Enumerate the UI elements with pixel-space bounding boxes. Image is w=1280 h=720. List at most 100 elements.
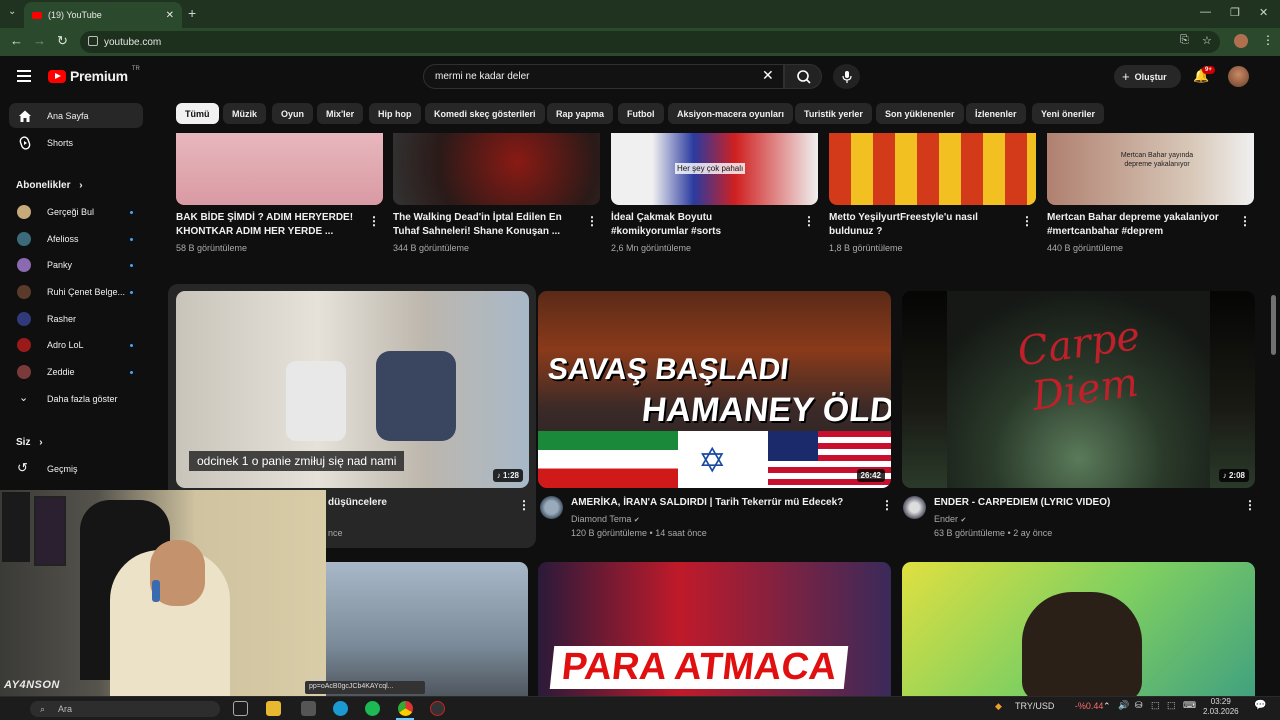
keyboard-icon[interactable]: ⌨ <box>1183 700 1196 711</box>
browser-tab[interactable]: (19) YouTube ✕ <box>24 2 182 28</box>
speaker-icon[interactable]: 🔊 <box>1118 700 1129 711</box>
thumbnail-overlay-text: Her şey çok pahalı <box>675 163 746 174</box>
currency-widget[interactable]: ◆ TRY/USD -%0.44 <box>995 701 1103 711</box>
sidebar-item-subscription[interactable]: Zeddie <box>17 364 137 380</box>
edge-icon[interactable] <box>333 701 348 716</box>
video-title[interactable]: The Walking Dead'in İptal Edilen En Tuha… <box>393 211 573 239</box>
forward-icon[interactable]: → <box>33 33 46 48</box>
chip[interactable]: Yeni öneriler <box>1032 103 1105 124</box>
chip[interactable]: Futbol <box>618 103 664 124</box>
sidebar-item-subscription[interactable]: Panky <box>17 257 137 273</box>
chip[interactable]: Hip hop <box>369 103 421 124</box>
network-icon[interactable]: ⛁ <box>1135 700 1143 711</box>
sidebar-item-home[interactable]: Ana Sayfa <box>9 103 143 128</box>
more-actions-icon[interactable]: ⋮ <box>586 214 598 228</box>
video-thumbnail[interactable] <box>393 133 600 205</box>
sidebar-item-history[interactable]: ↺ Geçmiş <box>17 460 137 477</box>
video-title[interactable]: Metto YeşilyurtFreestyle'u nasıl buldunu… <box>829 211 1009 239</box>
tray-icon[interactable]: ⬚ <box>1167 700 1176 711</box>
more-actions-icon[interactable]: ⋮ <box>1244 498 1256 512</box>
chip[interactable]: Rap yapma <box>547 103 614 124</box>
spotify-icon[interactable] <box>365 701 380 716</box>
notification-center-icon[interactable]: 💬 <box>1254 700 1266 711</box>
video-thumbnail[interactable] <box>902 562 1255 702</box>
search-input[interactable]: mermi ne kadar deler <box>423 64 784 89</box>
chip[interactable]: Aksiyon-macera oyunları <box>668 103 794 124</box>
chrome-icon[interactable] <box>398 701 413 716</box>
more-actions-icon[interactable]: ⋮ <box>1239 214 1251 228</box>
video-title[interactable]: ENDER - CARPEDIEM (LYRIC VIDEO) <box>934 497 1110 508</box>
video-thumbnail[interactable]: Her şey çok pahalı <box>611 133 818 205</box>
system-clock[interactable]: 03:29 2.03.2026 <box>1203 697 1239 717</box>
create-button[interactable]: + Oluştur <box>1114 65 1181 88</box>
you-heading[interactable]: Siz › <box>16 437 43 448</box>
channel-avatar[interactable] <box>903 496 926 519</box>
tray-icon[interactable]: ⬚ <box>1151 700 1160 711</box>
channel-avatar[interactable] <box>540 496 563 519</box>
sidebar-item-subscription[interactable]: Gerçeği Bul <box>17 204 137 220</box>
more-actions-icon[interactable]: ⋮ <box>368 214 380 228</box>
sidebar-show-more[interactable]: ⌄ Daha fazla göster <box>17 391 137 407</box>
restore-icon[interactable]: ❐ <box>1230 6 1240 19</box>
voice-search-button[interactable] <box>833 64 860 89</box>
chip-all[interactable]: Tümü <box>176 103 219 124</box>
page-scrollbar[interactable] <box>1271 295 1276 355</box>
video-thumbnail[interactable]: Mertcan Bahar yayında depreme yakalanıyo… <box>1047 133 1254 205</box>
close-tab-icon[interactable]: ✕ <box>166 10 174 21</box>
taskbar-search-input[interactable]: ⌕ Ara <box>30 701 220 717</box>
video-views: 344 B görüntüleme <box>393 243 470 253</box>
video-thumbnail[interactable] <box>176 133 383 205</box>
minimize-icon[interactable]: — <box>1200 6 1211 18</box>
app-icon[interactable] <box>430 701 445 716</box>
new-tab-icon[interactable]: + <box>188 5 196 21</box>
chip[interactable]: Son yüklenenler <box>876 103 964 124</box>
profile-avatar-browser[interactable] <box>1234 34 1248 48</box>
more-actions-icon[interactable]: ⋮ <box>1021 214 1033 228</box>
channel-name[interactable]: Ender ✔ <box>934 514 966 524</box>
chip[interactable]: Turistik yerler <box>795 103 872 124</box>
app-icon[interactable] <box>301 701 316 716</box>
channel-name[interactable]: Diamond Tema ✔ <box>571 514 640 524</box>
chip[interactable]: Mix'ler <box>317 103 364 124</box>
sidebar-item-subscription[interactable]: Rasher <box>17 311 137 327</box>
video-title[interactable]: AMERİKA, İRAN'A SALDIRDI | Tarih Tekerrü… <box>571 497 843 508</box>
video-thumbnail[interactable]: odcinek 1 o panie zmiłuj się nad nami ♪ … <box>176 291 529 488</box>
subscriptions-heading[interactable]: Abonelikler › <box>16 180 83 191</box>
sidebar-item-shorts[interactable]: Shorts <box>9 130 143 155</box>
chip[interactable]: İzlenenler <box>966 103 1026 124</box>
account-avatar[interactable] <box>1228 66 1249 87</box>
video-title[interactable]: İdeal Çakmak Boyutu #komikyorumlar #sort… <box>611 211 791 239</box>
task-view-icon[interactable] <box>233 701 248 716</box>
install-app-icon[interactable]: ⎘ <box>1180 34 1189 47</box>
video-title[interactable]: düşüncelere <box>328 497 387 508</box>
video-thumbnail[interactable]: Carpe Diem ♪ 2:08 <box>902 291 1255 488</box>
video-thumbnail[interactable]: SAVAŞ BAŞLADI HAMANEY ÖLDÜ ✡ 26:42 <box>538 291 891 488</box>
file-explorer-icon[interactable] <box>266 701 281 716</box>
chip[interactable]: Müzik <box>223 103 267 124</box>
video-title[interactable]: Mertcan Bahar depreme yakalaniyor #mertc… <box>1047 211 1227 239</box>
chip[interactable]: Oyun <box>272 103 314 124</box>
video-title[interactable]: BAK BİDE ŞİMDİ ? ADIM HERYERDE! KHONTKAR… <box>176 211 356 239</box>
close-window-icon[interactable]: ✕ <box>1259 6 1268 19</box>
youtube-premium-logo[interactable]: Premium TR <box>48 66 140 84</box>
tab-list-icon[interactable]: ⌄ <box>8 6 16 17</box>
tray-chevron-up-icon[interactable]: ⌃ <box>1103 701 1111 712</box>
sidebar-item-subscription[interactable]: Ruhi Çenet Belge... <box>17 284 137 300</box>
bookmark-star-icon[interactable]: ☆ <box>1202 34 1212 47</box>
more-actions-icon[interactable]: ⋮ <box>881 498 893 512</box>
clear-search-icon[interactable]: ✕ <box>762 67 774 84</box>
video-thumbnail[interactable]: PARA ATMACA <box>538 562 891 702</box>
url-field[interactable]: youtube.com ⎘ ☆ <box>80 31 1220 53</box>
sidebar-item-subscription[interactable]: Adro LoL <box>17 337 137 353</box>
more-actions-icon[interactable]: ⋮ <box>518 498 530 512</box>
search-button[interactable] <box>784 64 822 89</box>
site-info-icon[interactable] <box>88 36 98 46</box>
sidebar-item-subscription[interactable]: Afelioss <box>17 231 137 247</box>
chip[interactable]: Komedi skeç gösterileri <box>425 103 545 124</box>
menu-hamburger-icon[interactable] <box>17 70 31 82</box>
browser-menu-icon[interactable]: ⋮ <box>1262 33 1274 47</box>
more-actions-icon[interactable]: ⋮ <box>803 214 815 228</box>
video-thumbnail[interactable] <box>829 133 1036 205</box>
reload-icon[interactable]: ↻ <box>57 33 68 49</box>
back-icon[interactable]: ← <box>10 33 23 48</box>
